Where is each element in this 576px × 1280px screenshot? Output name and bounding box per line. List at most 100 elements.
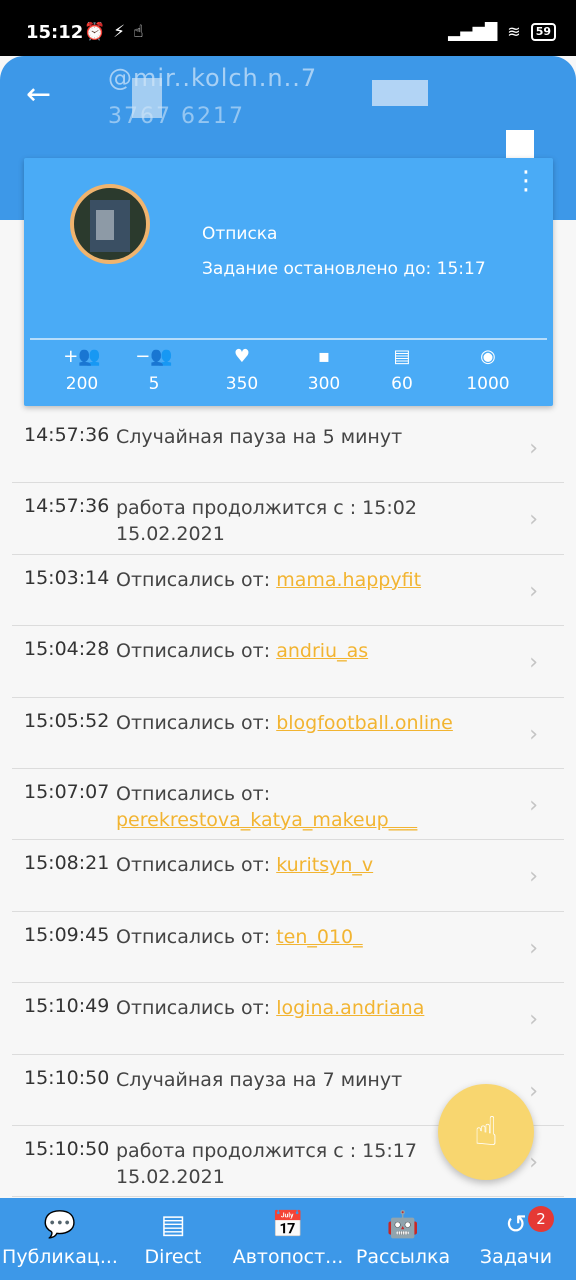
log-time: 15:08:21 <box>24 852 110 875</box>
touch-fab-button[interactable]: ☝ <box>438 1084 534 1180</box>
chevron-right-icon: › <box>529 935 538 961</box>
stat-profiles: ◉ 1000 <box>448 344 528 394</box>
log-time: 14:57:36 <box>24 424 110 446</box>
log-message: Отписались от: ten_010_ <box>116 924 516 950</box>
avatar[interactable] <box>70 184 150 264</box>
nav-autopost[interactable]: 📅 Автопост... <box>228 1208 348 1268</box>
profile-icon: ◉ <box>480 346 496 367</box>
nav-label: Direct <box>144 1246 202 1268</box>
stat-unfollow: −👥 5 <box>114 344 194 394</box>
chevron-right-icon: › <box>529 507 538 533</box>
log-time: 15:09:45 <box>24 923 110 946</box>
username-link[interactable]: andriu_as <box>276 640 368 662</box>
alarm-icon: ⏰ <box>84 22 106 42</box>
stat-follow: +👥 200 <box>42 344 122 394</box>
nav-tasks[interactable]: ↺ Задачи <box>456 1208 576 1268</box>
tasks-badge: 2 <box>528 1206 554 1232</box>
username-link[interactable]: ten_010_ <box>276 926 362 948</box>
chevron-right-icon: › <box>529 1007 538 1033</box>
log-time: 15:03:14 <box>24 566 110 589</box>
chevron-right-icon: › <box>529 650 538 676</box>
run-icon: ⚡ <box>113 22 126 42</box>
stat-messages: ▤ 60 <box>362 344 442 394</box>
blur-patch <box>506 130 534 158</box>
log-time: 15:10:50 <box>24 1137 110 1160</box>
log-text: работа продолжится с : 15:17 15.02.2021 <box>116 1139 417 1188</box>
task-type: Отписка <box>202 224 278 244</box>
username-link[interactable]: perekrestova_katya_makeup___ <box>116 809 417 831</box>
status-right: ▂▄▆█ ≋ 59 <box>448 22 556 41</box>
log-text: Отписались от: <box>116 640 277 663</box>
list-item[interactable]: 15:07:07 Отписались от: perekrestova_kat… <box>12 769 564 841</box>
log-text: Отписались от: <box>116 711 277 734</box>
nav-mailing[interactable]: 🤖 Рассылка <box>343 1208 463 1268</box>
log-text: Отписались от: <box>116 925 277 948</box>
username-link[interactable]: mama.happyfit <box>276 569 421 591</box>
touch-icon: ☝ <box>473 1109 499 1155</box>
list-item[interactable]: 15:09:45 Отписались от: ten_010_ › <box>12 912 564 984</box>
list-item[interactable]: 15:03:14 Отписались от: mama.happyfit › <box>12 555 564 627</box>
chevron-right-icon: › <box>529 1149 538 1175</box>
log-text: Отписались от: <box>116 782 271 805</box>
log-time: 15:10:50 <box>24 1066 110 1089</box>
log-time: 15:05:52 <box>24 709 110 732</box>
nav-label: Публикац... <box>2 1246 118 1268</box>
log-time: 15:07:07 <box>24 780 110 803</box>
username-link[interactable]: logina.andriana <box>276 997 424 1019</box>
stat-likes: ♥ 350 <box>202 344 282 394</box>
log-message: Отписались от: andriu_as <box>116 638 516 664</box>
comment-icon: ▪ <box>317 346 331 367</box>
list-item[interactable]: 15:08:21 Отписались от: kuritsyn_v › <box>12 840 564 912</box>
stat-comments: ▪ 300 <box>284 344 364 394</box>
list-item[interactable]: 15:10:49 Отписались от: logina.andriana … <box>12 983 564 1055</box>
history-icon: ↺ <box>505 1210 527 1240</box>
log-message: Случайная пауза на 7 минут <box>116 1067 516 1093</box>
battery-indicator: 59 <box>530 22 556 41</box>
heart-icon: ♥ <box>233 346 251 367</box>
log-message: Отписались от: perekrestova_katya_makeup… <box>116 781 516 833</box>
nav-label: Автопост... <box>232 1246 344 1268</box>
stat-value: 60 <box>391 374 413 394</box>
chevron-right-icon: › <box>529 864 538 890</box>
log-message: Отписались от: logina.andriana <box>116 995 516 1021</box>
chevron-right-icon: › <box>529 578 538 604</box>
more-vert-icon[interactable]: ⋮ <box>513 168 539 194</box>
stat-value: 200 <box>65 374 99 394</box>
task-stats: +👥 200 −👥 5 ♥ 350 ▪ 300 ▤ 60 ◉ 1000 <box>24 344 553 402</box>
calendar-icon: 📅 <box>271 1210 305 1240</box>
task-log-list: 14:57:36 Случайная пауза на 5 минут › 14… <box>12 412 564 1198</box>
chevron-right-icon: › <box>529 721 538 747</box>
list-item[interactable]: 14:57:36 Случайная пауза на 5 минут › <box>12 412 564 484</box>
add-user-icon: +👥 <box>63 346 101 367</box>
status-bar: 15:12 ⏰ ⚡ ☝ ▂▄▆█ ≋ 59 <box>0 0 576 56</box>
log-text: Отписались от: <box>116 568 277 591</box>
nav-publications[interactable]: 💬 Публикац... <box>0 1208 120 1268</box>
log-text: Отписались от: <box>116 997 277 1020</box>
list-item[interactable]: 15:05:52 Отписались от: blogfootball.onl… <box>12 698 564 769</box>
username-link[interactable]: kuritsyn_v <box>276 854 373 876</box>
wifi-icon: ≋ <box>507 22 521 41</box>
list-item[interactable]: 15:04:28 Отписались от: andriu_as › <box>12 626 564 698</box>
log-message: Случайная пауза на 5 минут <box>116 424 516 450</box>
log-message: работа продолжится с : 15:02 15.02.2021 <box>116 495 516 547</box>
status-time: 15:12 <box>26 22 84 43</box>
log-message: Отписались от: kuritsyn_v <box>116 852 516 878</box>
chevron-right-icon: › <box>529 1078 538 1104</box>
nav-label: Задачи <box>479 1246 553 1268</box>
nav-direct[interactable]: ▤ Direct <box>113 1208 233 1268</box>
username-link[interactable]: blogfootball.online <box>276 712 453 734</box>
chevron-right-icon: › <box>529 436 538 461</box>
stat-value: 1000 <box>466 374 510 394</box>
log-text: Отписались от: <box>116 854 277 877</box>
log-text: работа продолжится с : 15:02 15.02.2021 <box>116 497 417 546</box>
touch-icon: ☝ <box>133 22 144 42</box>
message-icon: ▤ <box>393 346 411 367</box>
stat-value: 300 <box>307 374 341 394</box>
task-card: ⋮ Отписка Задание остановлено до: 15:17 … <box>24 158 553 406</box>
arrow-left-icon[interactable]: ← <box>26 80 51 110</box>
stat-value: 5 <box>148 374 160 394</box>
list-item[interactable]: 14:57:36 работа продолжится с : 15:02 15… <box>12 483 564 555</box>
log-message: Отписались от: blogfootball.online <box>116 710 516 736</box>
log-text: Случайная пауза на 7 минут <box>116 1068 403 1091</box>
card-divider <box>30 338 547 340</box>
